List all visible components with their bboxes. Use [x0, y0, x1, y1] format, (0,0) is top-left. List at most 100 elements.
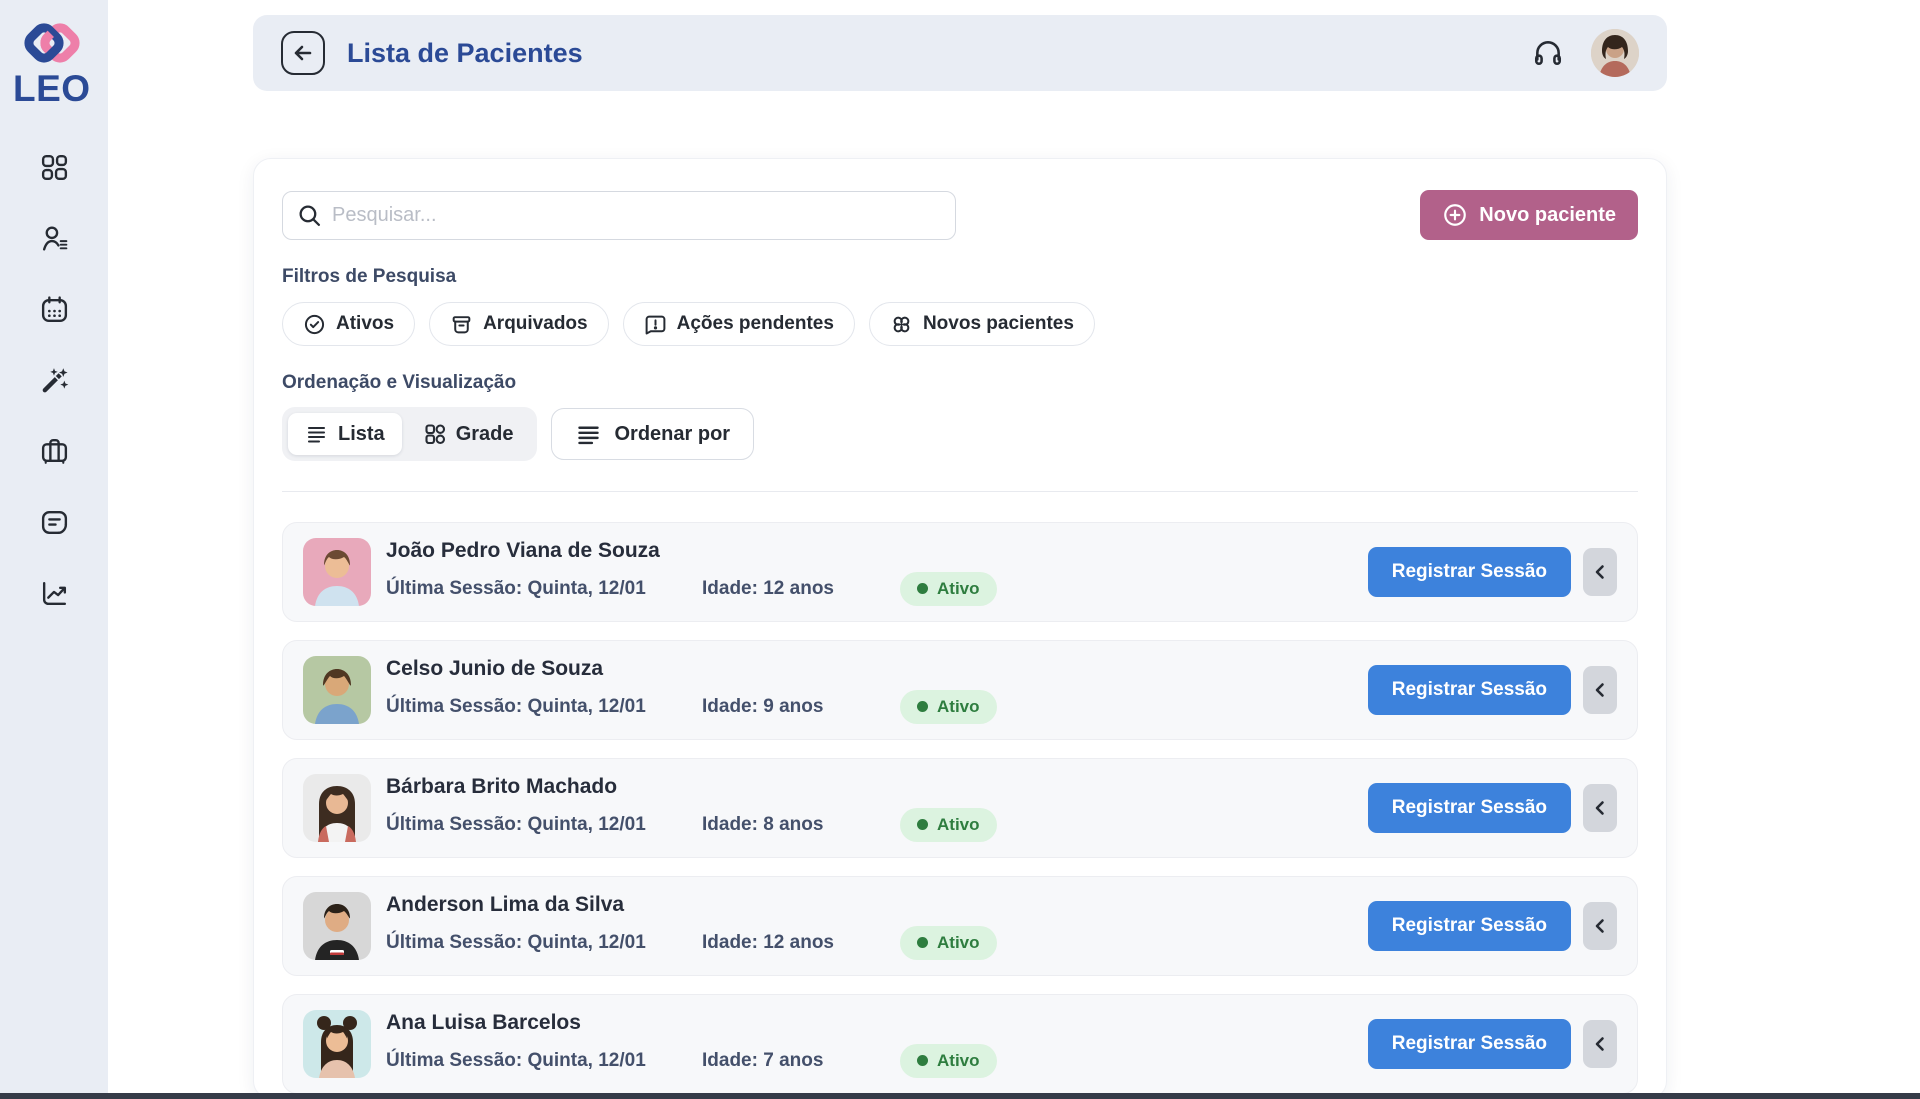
sidebar-item-assistant[interactable] — [32, 363, 76, 397]
patient-age: Idade: 12 anos — [702, 578, 900, 600]
briefcase-icon — [39, 436, 70, 467]
patient-info: Anderson Lima da Silva Última Sessão: Qu… — [386, 893, 997, 960]
patient-age: Idade: 9 anos — [702, 696, 900, 718]
patient-avatar — [303, 1010, 371, 1078]
patient-avatar — [303, 538, 371, 606]
patient-row: Ana Luisa Barcelos Última Sessão: Quinta… — [282, 994, 1638, 1094]
register-session-button[interactable]: Registrar Sessão — [1368, 547, 1571, 597]
patient-actions: Registrar Sessão — [1368, 547, 1617, 597]
search-input[interactable] — [332, 204, 941, 227]
register-session-button[interactable]: Registrar Sessão — [1368, 783, 1571, 833]
expand-row-button[interactable] — [1583, 902, 1617, 950]
status-dot-icon — [917, 583, 928, 594]
patient-name: Bárbara Brito Machado — [386, 775, 997, 799]
user-avatar[interactable] — [1591, 29, 1639, 77]
check-circle-icon — [303, 313, 326, 336]
patient-row: Anderson Lima da Silva Última Sessão: Qu… — [282, 876, 1638, 976]
clover-icon — [890, 313, 913, 336]
patient-actions: Registrar Sessão — [1368, 783, 1617, 833]
sidebar-item-notes[interactable] — [32, 505, 76, 539]
user-avatar-image — [1591, 29, 1639, 77]
notes-icon — [39, 507, 70, 538]
patient-name: Anderson Lima da Silva — [386, 893, 997, 917]
patient-row: Celso Junio de Souza Última Sessão: Quin… — [282, 640, 1638, 740]
expand-row-button[interactable] — [1583, 784, 1617, 832]
expand-row-button[interactable] — [1583, 1020, 1617, 1068]
status-label: Ativo — [937, 579, 980, 599]
status-badge: Ativo — [900, 808, 997, 842]
patient-row: Bárbara Brito Machado Última Sessão: Qui… — [282, 758, 1638, 858]
sidebar-nav — [32, 150, 76, 610]
sidebar-item-reports[interactable] — [32, 576, 76, 610]
new-patient-label: Novo paciente — [1479, 204, 1616, 227]
view-toggle: Lista Grade — [282, 407, 537, 461]
chip-label: Novos pacientes — [923, 313, 1074, 335]
status-dot-icon — [917, 1055, 928, 1066]
header-actions — [1531, 29, 1639, 77]
patient-actions: Registrar Sessão — [1368, 665, 1617, 715]
view-list-label: Lista — [338, 423, 385, 446]
chevron-left-icon — [1591, 563, 1609, 581]
filter-chip-arquivados[interactable]: Arquivados — [429, 302, 609, 346]
app-logo[interactable]: LEO — [0, 0, 108, 110]
filter-chip-novos-pacientes[interactable]: Novos pacientes — [869, 302, 1095, 346]
logo-icon — [19, 16, 85, 70]
filter-chip-acoes-pendentes[interactable]: Ações pendentes — [623, 302, 855, 346]
view-list-button[interactable]: Lista — [288, 413, 402, 455]
new-patient-button[interactable]: Novo paciente — [1420, 190, 1638, 240]
back-button[interactable] — [281, 31, 325, 75]
sort-lines-icon — [575, 421, 602, 448]
patient-avatar — [303, 656, 371, 724]
chevron-left-icon — [1591, 1035, 1609, 1053]
sort-by-button[interactable]: Ordenar por — [551, 408, 755, 460]
status-dot-icon — [917, 701, 928, 712]
headphones-icon — [1532, 37, 1564, 69]
patient-actions: Registrar Sessão — [1368, 1019, 1617, 1069]
sort-by-label: Ordenar por — [615, 423, 731, 446]
patient-last-session: Última Sessão: Quinta, 12/01 — [386, 932, 702, 954]
archive-icon — [450, 313, 473, 336]
patient-row: João Pedro Viana de Souza Última Sessão:… — [282, 522, 1638, 622]
page-header: Lista de Pacientes — [253, 15, 1667, 91]
status-label: Ativo — [937, 815, 980, 835]
filter-chip-ativos[interactable]: Ativos — [282, 302, 415, 346]
patient-rows: João Pedro Viana de Souza Última Sessão:… — [282, 522, 1638, 1094]
status-dot-icon — [917, 819, 928, 830]
register-session-button[interactable]: Registrar Sessão — [1368, 901, 1571, 951]
status-label: Ativo — [937, 1051, 980, 1071]
patient-last-session: Última Sessão: Quinta, 12/01 — [386, 578, 702, 600]
register-session-button[interactable]: Registrar Sessão — [1368, 665, 1571, 715]
sidebar-item-dashboard[interactable] — [32, 150, 76, 184]
chevron-left-icon — [1591, 917, 1609, 935]
patient-age: Idade: 8 anos — [702, 814, 900, 836]
page-title: Lista de Pacientes — [347, 38, 583, 69]
patient-age: Idade: 12 anos — [702, 932, 900, 954]
patient-actions: Registrar Sessão — [1368, 901, 1617, 951]
plus-circle-icon — [1442, 202, 1468, 228]
chevron-left-icon — [1591, 681, 1609, 699]
sidebar-item-calendar[interactable] — [32, 292, 76, 326]
view-grid-button[interactable]: Grade — [406, 413, 531, 455]
list-icon — [305, 422, 329, 446]
search-box[interactable] — [282, 191, 956, 240]
patient-name: João Pedro Viana de Souza — [386, 539, 997, 563]
patient-info: Celso Junio de Souza Última Sessão: Quin… — [386, 657, 997, 724]
sidebar-item-organization[interactable] — [32, 434, 76, 468]
magic-wand-icon — [39, 365, 70, 396]
patient-name: Ana Luisa Barcelos — [386, 1011, 997, 1035]
status-dot-icon — [917, 937, 928, 948]
sidebar-item-patients[interactable] — [32, 221, 76, 255]
patient-list-card: Novo paciente Filtros de Pesquisa Ativos… — [253, 158, 1667, 1099]
patient-last-session: Última Sessão: Quinta, 12/01 — [386, 814, 702, 836]
register-session-button[interactable]: Registrar Sessão — [1368, 1019, 1571, 1069]
expand-row-button[interactable] — [1583, 548, 1617, 596]
logo-text: LEO — [13, 68, 91, 110]
status-label: Ativo — [937, 697, 980, 717]
view-controls: Lista Grade Ordenar por — [282, 407, 1638, 461]
patient-age: Idade: 7 anos — [702, 1050, 900, 1072]
expand-row-button[interactable] — [1583, 666, 1617, 714]
status-badge: Ativo — [900, 572, 997, 606]
status-badge: Ativo — [900, 1044, 997, 1078]
support-button[interactable] — [1531, 36, 1565, 70]
patient-name: Celso Junio de Souza — [386, 657, 997, 681]
